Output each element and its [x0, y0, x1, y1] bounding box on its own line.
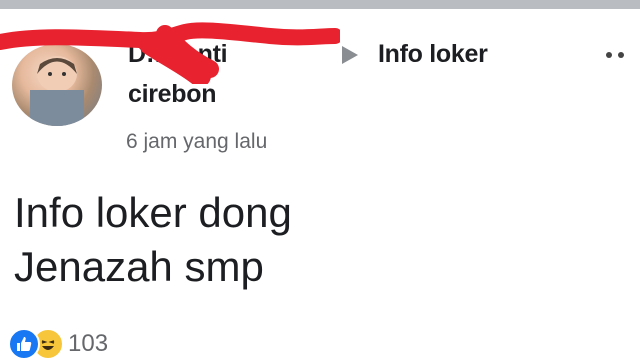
group-name[interactable]: Info loker	[378, 40, 488, 69]
like-icon	[8, 328, 40, 360]
timestamp[interactable]: 6 jam yang lalu	[126, 130, 267, 154]
more-options-icon[interactable]	[606, 52, 624, 58]
post-body: Info loker dong Jenazah smp	[14, 186, 292, 294]
author-name-continued[interactable]: cirebon	[128, 80, 217, 109]
reaction-count: 103	[68, 330, 109, 357]
redaction-scribble	[0, 22, 340, 84]
reactions-summary[interactable]: 103	[8, 328, 108, 360]
top-strip	[0, 0, 640, 9]
triangle-right-icon	[342, 46, 358, 64]
post-line-2: Jenazah smp	[14, 243, 264, 290]
post-line-1: Info loker dong	[14, 189, 292, 236]
